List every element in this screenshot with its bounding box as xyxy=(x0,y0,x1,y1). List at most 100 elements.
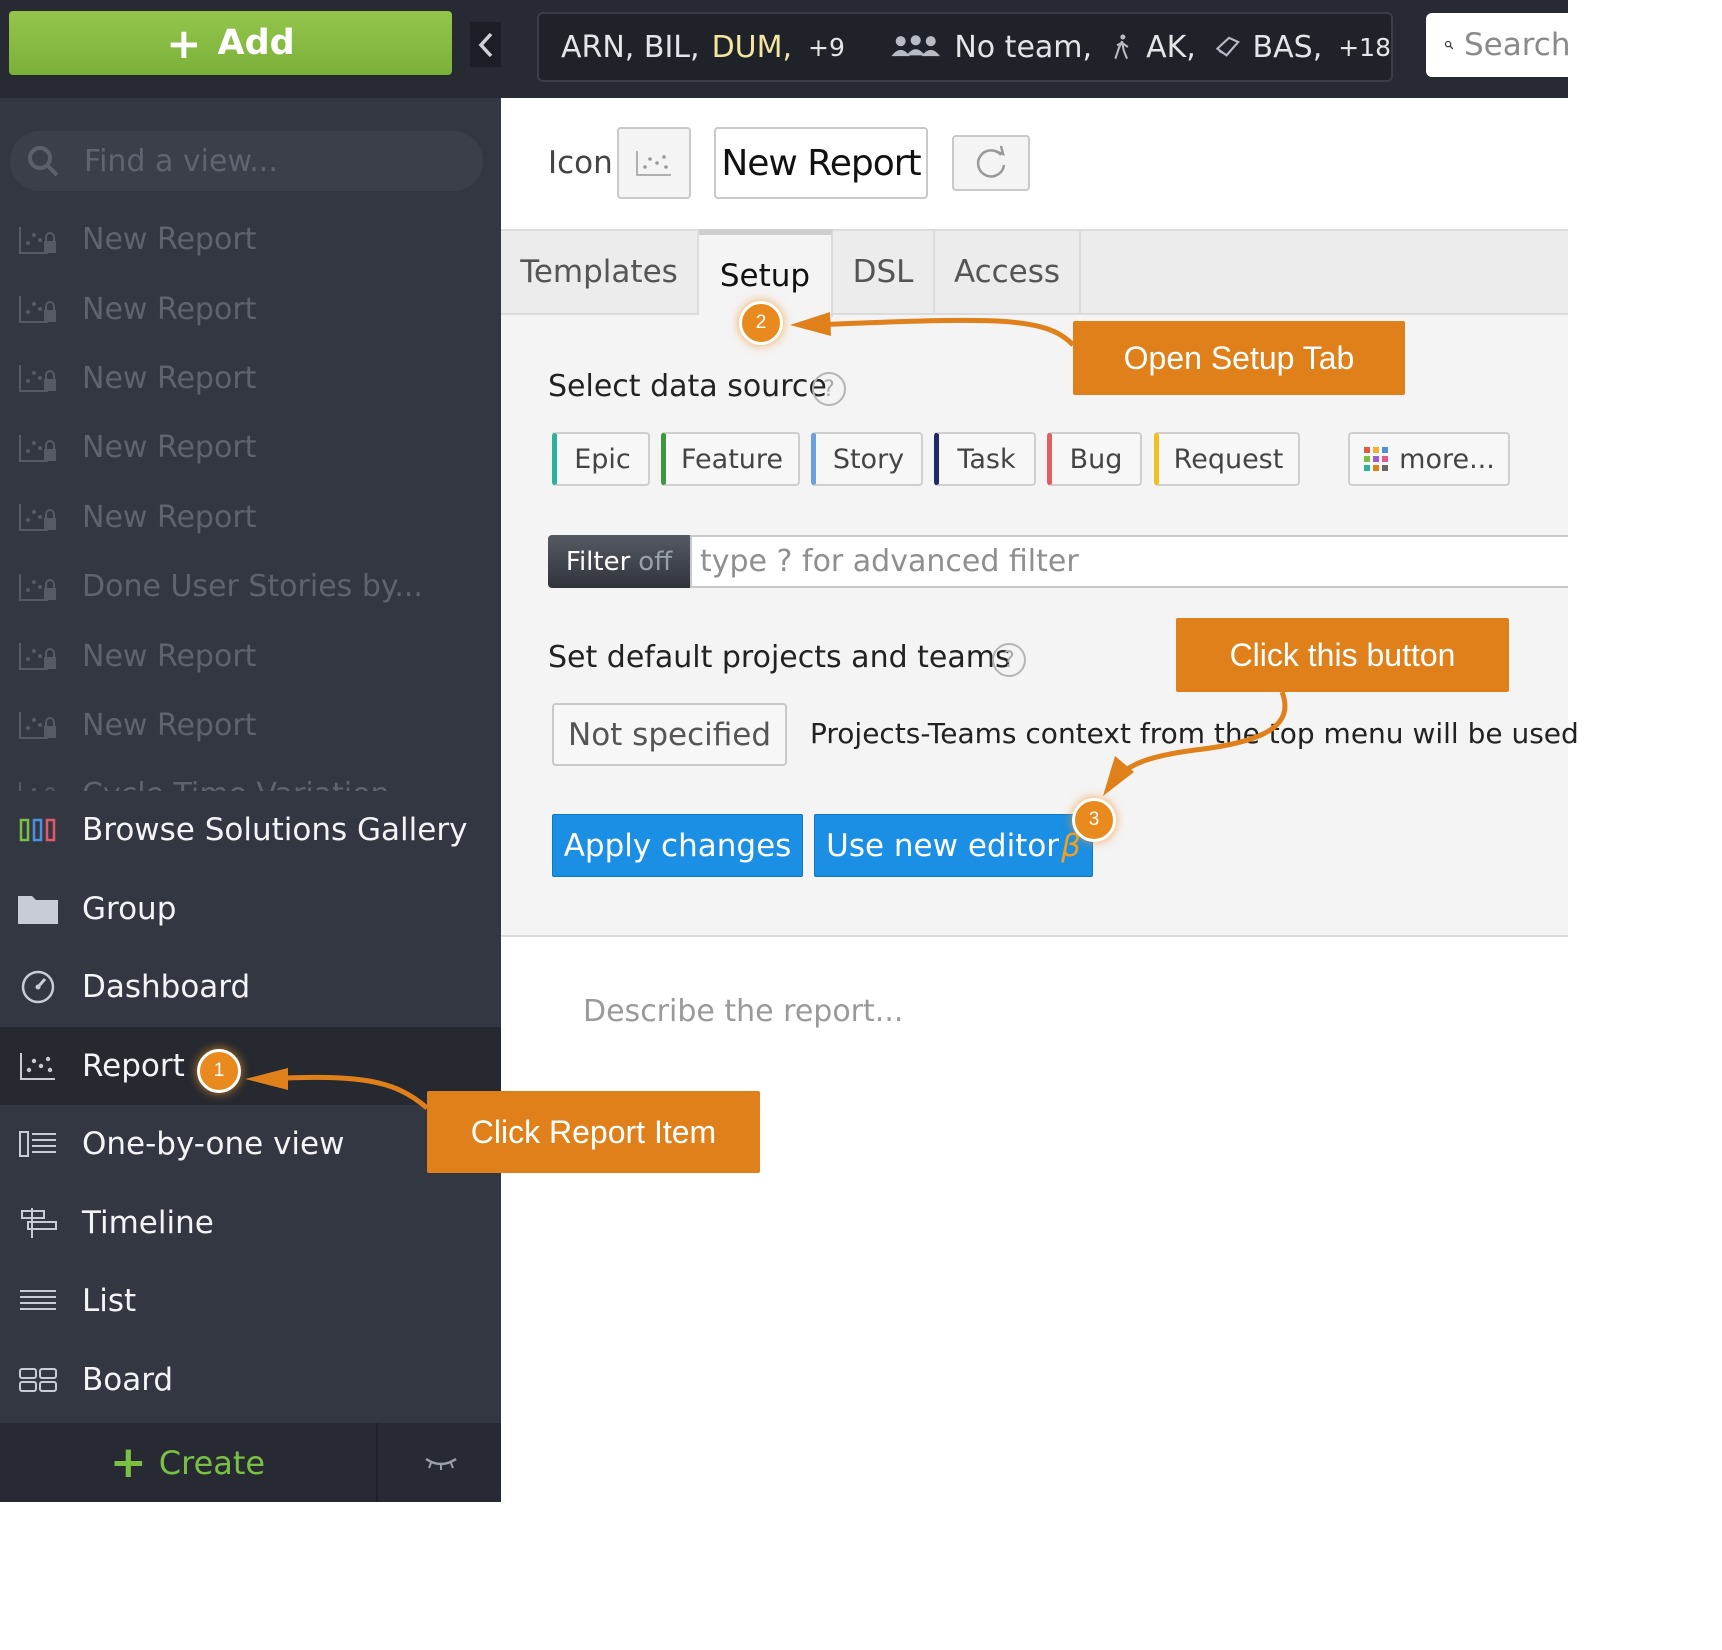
search-icon xyxy=(28,146,59,177)
plus-icon: + xyxy=(109,1437,147,1488)
menu-item-browse-solutions-gallery[interactable]: Browse Solutions Gallery xyxy=(0,791,501,870)
view-item[interactable]: Done User Stories by... xyxy=(0,552,501,621)
types-more-count: +18 xyxy=(1338,32,1391,62)
global-search[interactable] xyxy=(1426,13,1586,77)
views-list: New Report New Report New Report New Rep… xyxy=(0,205,501,791)
projects-label: ARN, BIL, xyxy=(561,29,700,65)
filter-input[interactable] xyxy=(690,535,1568,588)
view-item-label: New Report xyxy=(82,707,257,743)
view-item[interactable]: New Report xyxy=(0,274,501,343)
hide-views-button[interactable] xyxy=(376,1423,503,1502)
board-icon xyxy=(16,1362,60,1398)
menu-item-label: Group xyxy=(82,890,177,927)
report-title-input[interactable]: New Report xyxy=(714,127,928,199)
projects-teams-label: Set default projects and teams xyxy=(548,640,1011,675)
data-source-feature[interactable]: Feature xyxy=(661,432,800,486)
global-search-input[interactable] xyxy=(1462,26,1586,64)
view-item-label: New Report xyxy=(82,638,257,674)
menu-item-label: Board xyxy=(82,1361,174,1398)
folder-icon xyxy=(16,891,60,927)
view-item-label: New Report xyxy=(82,499,257,535)
more-label: more... xyxy=(1399,443,1495,475)
view-item[interactable]: New Report xyxy=(0,344,501,413)
projects-more-count: +9 xyxy=(808,32,845,62)
report-icon xyxy=(16,1048,60,1084)
report-locked-icon xyxy=(19,573,56,601)
data-source-bug[interactable]: Bug xyxy=(1047,432,1142,486)
use-new-editor-button[interactable]: Use new editor β xyxy=(814,814,1093,877)
context-note: Projects-Teams context from the top menu… xyxy=(810,717,1579,750)
add-button[interactable]: + Add xyxy=(9,11,452,75)
filter-state: off xyxy=(638,546,673,577)
report-locked-icon xyxy=(19,365,56,393)
report-locked-icon xyxy=(19,504,56,532)
callout-click-this-button: Click this button xyxy=(1176,618,1509,692)
add-button-label: Add xyxy=(217,23,295,63)
callout-click-report-item: Click Report Item xyxy=(427,1091,760,1173)
menu-item-one-by-one-view[interactable]: One-by-one view xyxy=(0,1105,501,1184)
tab-dsl[interactable]: DSL xyxy=(833,229,935,315)
chevron-left-icon xyxy=(478,32,492,57)
menu-item-list[interactable]: List xyxy=(0,1262,501,1341)
view-item[interactable]: Cycle Time Variation xyxy=(0,760,501,791)
menu-item-label: One-by-one view xyxy=(82,1126,345,1163)
data-source-request[interactable]: Request xyxy=(1154,432,1300,486)
report-icon xyxy=(636,151,671,176)
refresh-button[interactable] xyxy=(952,135,1030,191)
step-badge-3: 3 xyxy=(1072,798,1116,842)
icon-label: Icon xyxy=(548,145,613,181)
data-source-epic[interactable]: Epic xyxy=(552,432,650,486)
data-source-label: Select data source xyxy=(548,369,827,404)
create-button-label: Create xyxy=(158,1443,266,1482)
menu-item-label: Timeline xyxy=(82,1204,214,1241)
projects-teams-selector[interactable]: Not specified xyxy=(552,703,787,766)
data-source-task[interactable]: Task xyxy=(934,432,1036,486)
view-item[interactable]: New Report xyxy=(0,483,501,552)
icon-picker-button[interactable] xyxy=(617,127,691,199)
create-button[interactable]: + Create xyxy=(0,1423,375,1502)
context-selector[interactable]: ARN, BIL, DUM, +9 No team, AK, BAS, +18 xyxy=(537,12,1393,82)
view-item[interactable]: New Report xyxy=(0,205,501,274)
more-data-sources-button[interactable]: more... xyxy=(1348,432,1510,486)
tab-access[interactable]: Access xyxy=(935,229,1081,315)
color-grid-icon xyxy=(1364,447,1389,471)
types-label: BAS, xyxy=(1252,29,1323,65)
dashboard-icon xyxy=(16,969,60,1005)
filter-toggle[interactable]: Filter off xyxy=(548,535,690,588)
report-locked-icon xyxy=(19,434,56,462)
menu-item-dashboard[interactable]: Dashboard xyxy=(0,948,501,1027)
filter-label: Filter xyxy=(565,546,631,577)
menu-item-label: Dashboard xyxy=(82,969,251,1006)
view-search-input[interactable] xyxy=(82,142,466,180)
report-locked-icon xyxy=(19,226,56,254)
report-locked-icon xyxy=(19,712,56,740)
data-source-story[interactable]: Story xyxy=(811,432,923,486)
menu-item-timeline[interactable]: Timeline xyxy=(0,1184,501,1263)
view-item-label: New Report xyxy=(82,291,257,327)
one-by-one-icon xyxy=(16,1126,60,1162)
report-description-input[interactable]: Describe the report... xyxy=(583,994,903,1029)
tab-templates[interactable]: Templates xyxy=(501,229,699,315)
help-icon[interactable]: ? xyxy=(812,372,846,406)
menu-item-group[interactable]: Group xyxy=(0,870,501,949)
view-search[interactable] xyxy=(10,131,483,191)
view-item[interactable]: New Report xyxy=(0,413,501,482)
view-item[interactable]: New Report xyxy=(0,621,501,690)
view-item-label: Cycle Time Variation xyxy=(82,777,390,791)
report-locked-icon xyxy=(19,643,56,671)
gallery-icon xyxy=(16,812,60,848)
step-badge-2: 2 xyxy=(739,301,783,345)
callout-open-setup-tab: Open Setup Tab xyxy=(1073,321,1405,395)
list-icon xyxy=(16,1283,60,1319)
closed-eye-icon xyxy=(424,1457,457,1470)
report-locked-icon xyxy=(19,781,55,791)
menu-item-report[interactable]: Report xyxy=(0,1026,501,1105)
menu-item-board[interactable]: Board xyxy=(0,1341,501,1420)
collapse-sidebar-button[interactable] xyxy=(470,22,501,67)
menu-item-label: Report xyxy=(82,1047,185,1084)
help-icon[interactable]: ? xyxy=(992,643,1026,677)
apply-changes-button[interactable]: Apply changes xyxy=(552,814,803,877)
view-type-menu: Browse Solutions Gallery Group Dashboard… xyxy=(0,791,501,1419)
view-item[interactable]: New Report xyxy=(0,691,501,760)
menu-item-label: Browse Solutions Gallery xyxy=(82,812,468,849)
